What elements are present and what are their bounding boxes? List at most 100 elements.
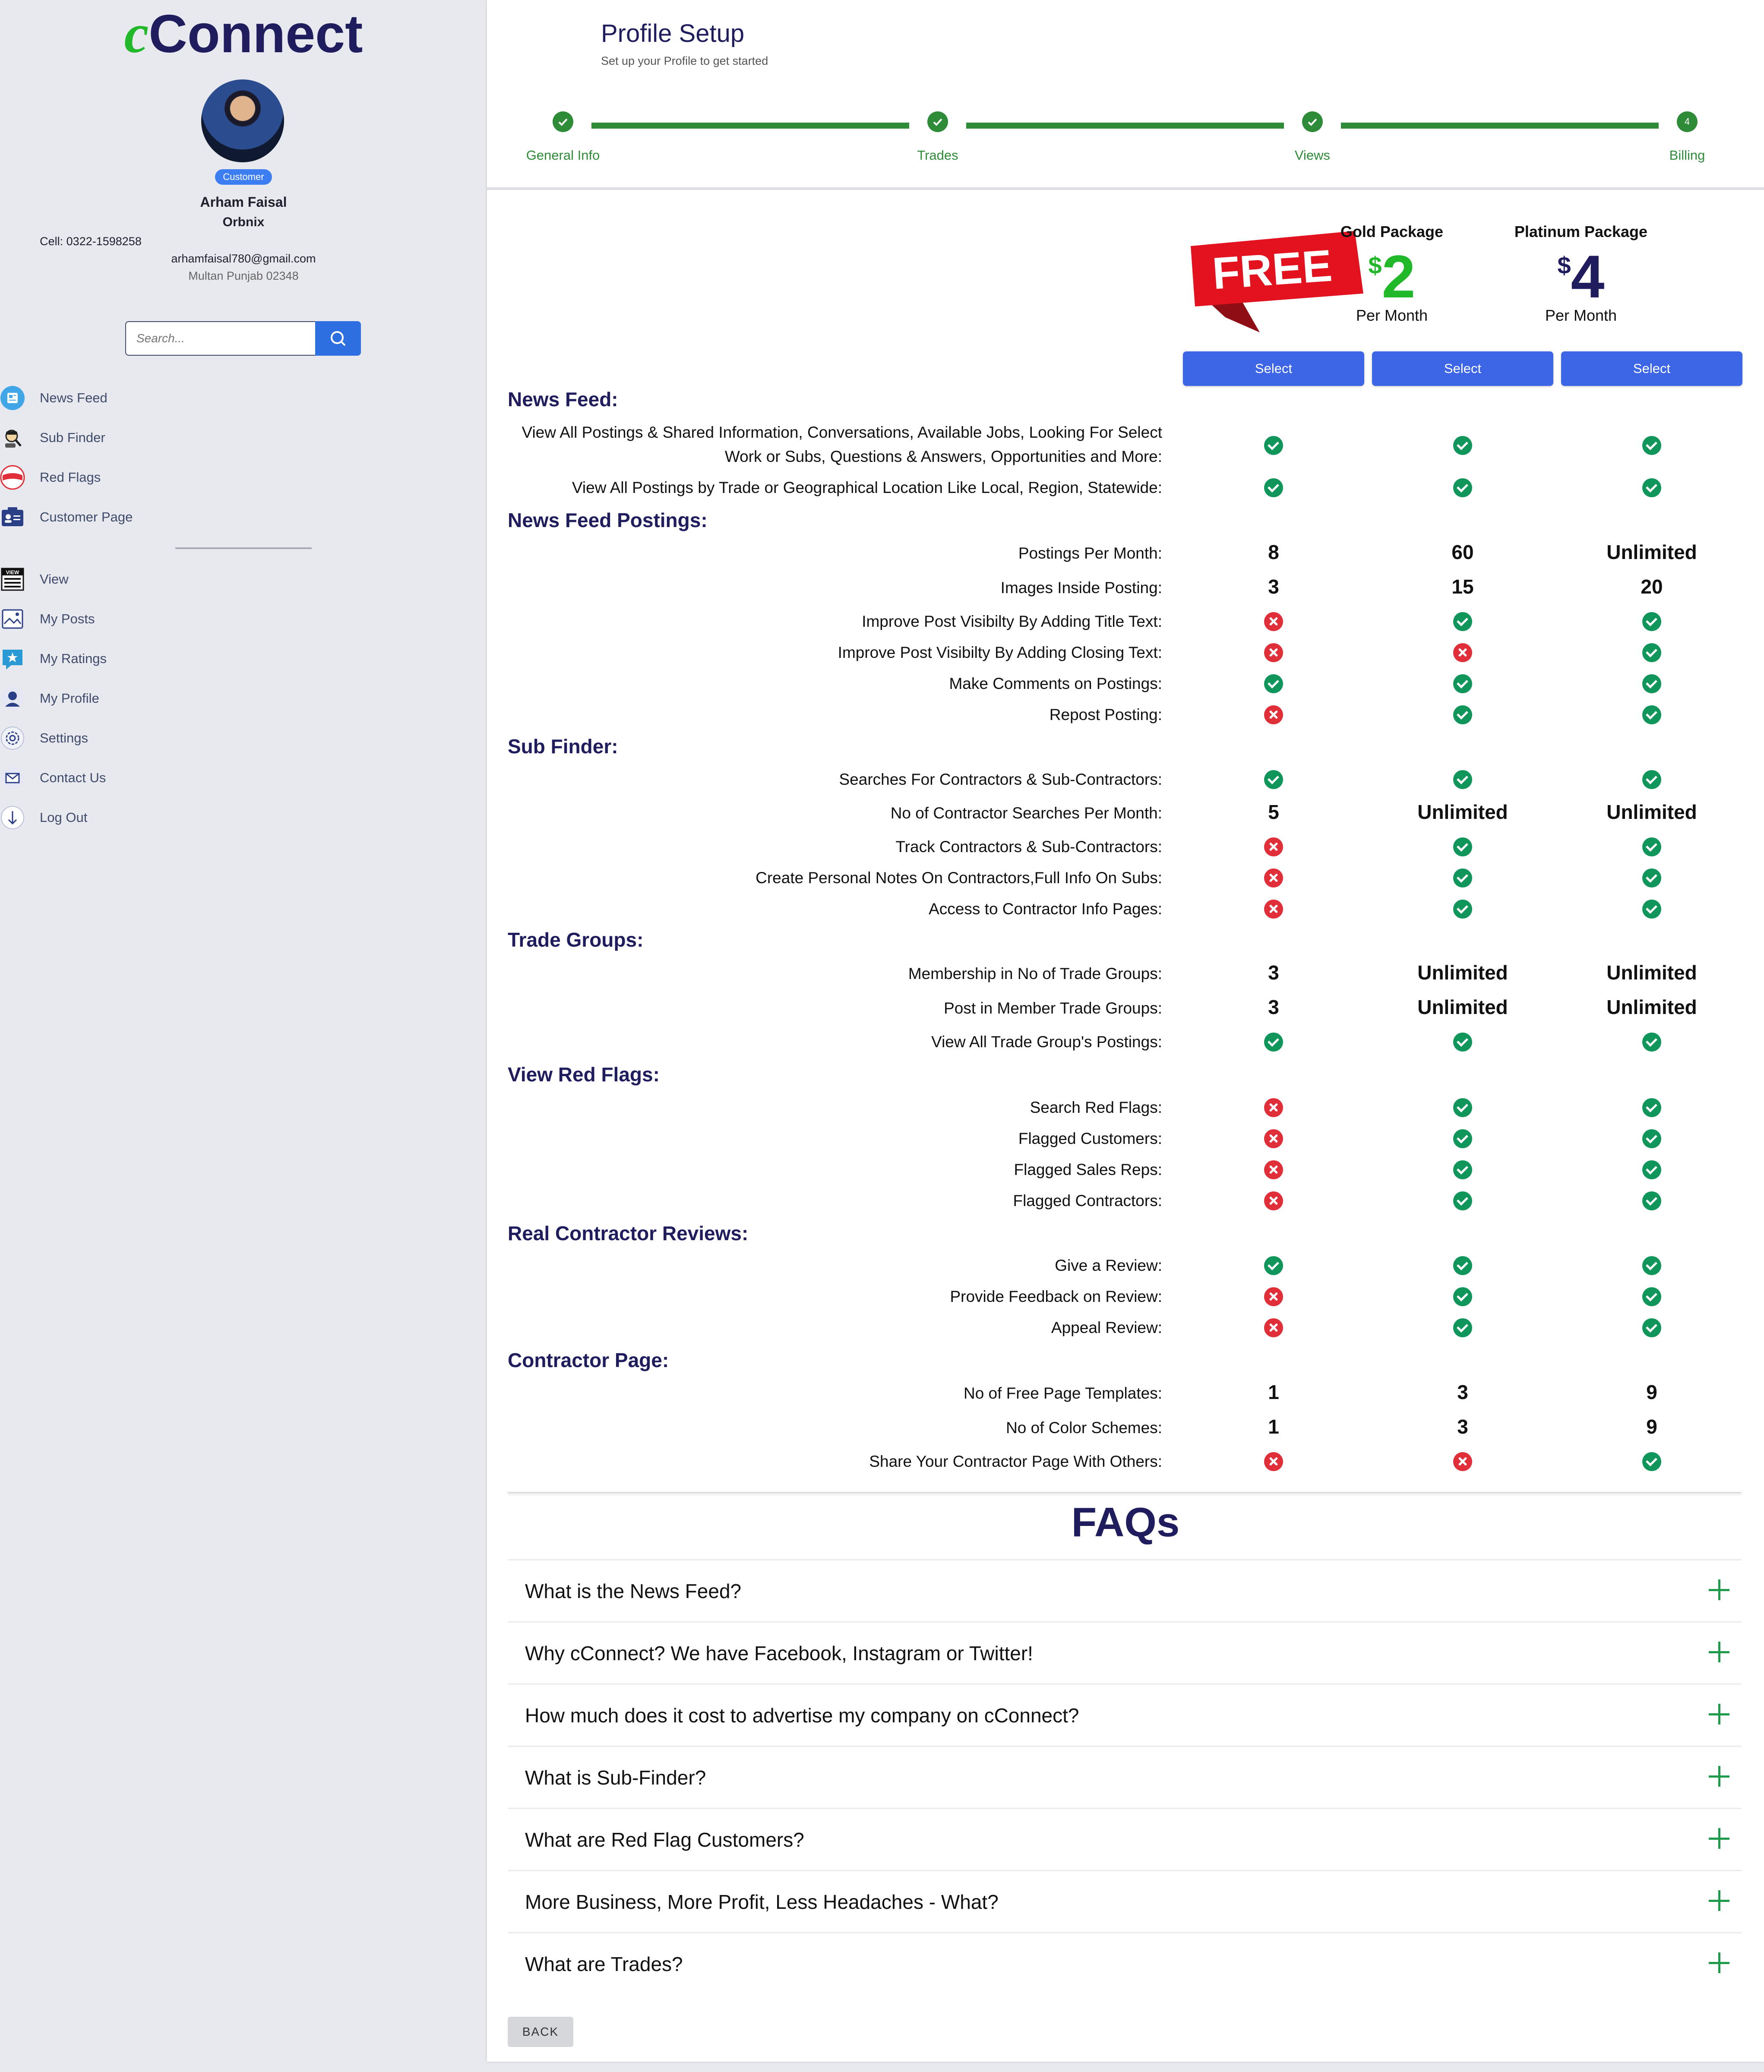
table-bottom-border (508, 1488, 1742, 1493)
sidebar-item-contact-us[interactable]: Contact Us (0, 764, 259, 792)
faq-item[interactable]: What are Trades? (508, 1932, 1742, 1996)
feature-label: Improve Post Visibilty By Adding Closing… (838, 644, 1162, 661)
feature-label: View All Trade Group's Postings: (931, 1033, 1162, 1051)
check-icon (1308, 118, 1317, 126)
sidebar-item-label: Customer Page (40, 509, 133, 524)
platinum-cell (1561, 900, 1742, 921)
gold-cell (1372, 1452, 1553, 1473)
free-value: 1 (1268, 1381, 1279, 1403)
free-value: 3 (1268, 996, 1279, 1018)
feature-label: Images Inside Posting: (1000, 579, 1162, 597)
free-cell (1183, 1160, 1364, 1181)
platinum-cell (1561, 1129, 1742, 1150)
platinum-cell (1561, 436, 1742, 457)
x-circle-icon (1264, 1318, 1283, 1337)
faq-item[interactable]: Why cConnect? We have Facebook, Instagra… (508, 1621, 1742, 1685)
check-circle-icon (1453, 869, 1472, 888)
feature-label: No of Color Schemes: (1006, 1419, 1162, 1437)
sidebar-item-log-out[interactable]: Log Out (0, 804, 259, 831)
feature-label: Flagged Sales Reps: (1014, 1161, 1162, 1178)
gold-cell (1372, 705, 1553, 726)
check-circle-icon (1453, 436, 1472, 455)
free-cell (1183, 1191, 1364, 1213)
plus-icon[interactable] (1709, 1890, 1729, 1911)
view-icon: VIEW (0, 567, 25, 592)
feature-label: View All Postings by Trade or Geographic… (572, 479, 1162, 496)
select-platinum-button[interactable]: Select (1561, 351, 1742, 386)
user-company: Orbnix (222, 215, 265, 229)
select-gold-button[interactable]: Select (1372, 351, 1553, 386)
faq-item[interactable]: What is the News Feed? (508, 1559, 1742, 1623)
x-circle-icon (1264, 643, 1283, 662)
platinum-cell (1561, 674, 1742, 695)
check-circle-icon (1453, 705, 1472, 724)
search-input[interactable] (125, 321, 315, 356)
x-circle-icon (1264, 1452, 1283, 1471)
plus-icon[interactable] (1709, 1642, 1729, 1662)
x-circle-icon (1264, 900, 1283, 919)
plus-icon[interactable] (1709, 1704, 1729, 1725)
sidebar-item-customer-page[interactable]: Customer Page (0, 503, 259, 531)
free-cell (1183, 436, 1364, 457)
back-button[interactable]: BACK (508, 2017, 573, 2047)
free-cell (1183, 869, 1364, 890)
avatar[interactable] (201, 79, 284, 162)
platinum-cell (1561, 837, 1742, 859)
plus-icon[interactable] (1709, 1579, 1729, 1600)
my-ratings-icon (0, 646, 25, 671)
feature-label: Share Your Contractor Page With Others: (869, 1453, 1162, 1470)
sidebar-item-my-posts[interactable]: My Posts (0, 605, 259, 633)
sidebar-item-sub-finder[interactable]: Sub Finder (0, 424, 259, 452)
search-bar (125, 321, 361, 357)
select-free-button[interactable]: Select (1183, 351, 1364, 386)
gold-cell (1372, 643, 1553, 664)
app-logo[interactable]: cConnect (0, 3, 487, 64)
check-circle-icon (1642, 1033, 1661, 1052)
feature-label: View All Postings & Shared Information, … (522, 423, 1162, 465)
free-cell (1183, 478, 1364, 499)
platinum-package-title: Platinum Package (1514, 223, 1648, 240)
platinum-value: Unlimited (1606, 961, 1697, 984)
check-circle-icon (1642, 869, 1661, 888)
faq-item[interactable]: More Business, More Profit, Less Headach… (508, 1870, 1742, 1933)
step-label: Trades (917, 148, 958, 163)
faq-item[interactable]: How much does it cost to advertise my co… (508, 1684, 1742, 1747)
sidebar-item-red-flags[interactable]: Red Flags (0, 464, 259, 491)
platinum-cell (1561, 643, 1742, 664)
search-button[interactable] (315, 321, 361, 356)
faq-item[interactable]: What are Red Flag Customers? (508, 1808, 1742, 1871)
sidebar-item-settings[interactable]: Settings (0, 724, 259, 752)
faq-item[interactable]: What is Sub-Finder? (508, 1746, 1742, 1809)
plus-icon[interactable] (1709, 1766, 1729, 1787)
plus-icon[interactable] (1709, 1828, 1729, 1849)
step-views-dot[interactable] (1302, 111, 1323, 132)
step-general-info-dot[interactable] (553, 111, 573, 132)
free-cell (1183, 1033, 1364, 1054)
step-label: Views (1294, 148, 1331, 163)
sidebar-item-view[interactable]: VIEW View (0, 565, 259, 593)
gold-cell (1372, 1129, 1553, 1150)
sidebar-item-news-feed[interactable]: News Feed (0, 384, 259, 412)
platinum-cell (1561, 1287, 1742, 1308)
my-posts-icon (0, 606, 25, 632)
plus-icon[interactable] (1709, 1952, 1729, 1973)
nav-divider (175, 547, 312, 549)
check-circle-icon (1642, 1256, 1661, 1275)
sidebar: cConnect Customer Arham Faisal Orbnix Ce… (0, 0, 487, 2072)
x-circle-icon (1264, 1160, 1283, 1179)
free-cell (1183, 900, 1364, 921)
sidebar-item-my-profile[interactable]: My Profile (0, 685, 259, 712)
sidebar-item-my-ratings[interactable]: My Ratings (0, 645, 259, 673)
feature-label: Repost Posting: (1049, 706, 1162, 723)
faq-question: More Business, More Profit, Less Headach… (525, 1891, 999, 1913)
sidebar-item-label: Log Out (40, 810, 88, 825)
step-label: General Info (526, 148, 600, 163)
check-circle-icon (1264, 770, 1283, 789)
faq-question: What are Trades? (525, 1953, 683, 1975)
gold-value: Unlimited (1417, 996, 1508, 1018)
free-cell (1183, 1129, 1364, 1150)
faq-question: Why cConnect? We have Facebook, Instagra… (525, 1642, 1033, 1665)
step-billing-dot[interactable]: 4 (1677, 111, 1698, 132)
x-circle-icon (1264, 869, 1283, 888)
step-trades-dot[interactable] (927, 111, 948, 132)
